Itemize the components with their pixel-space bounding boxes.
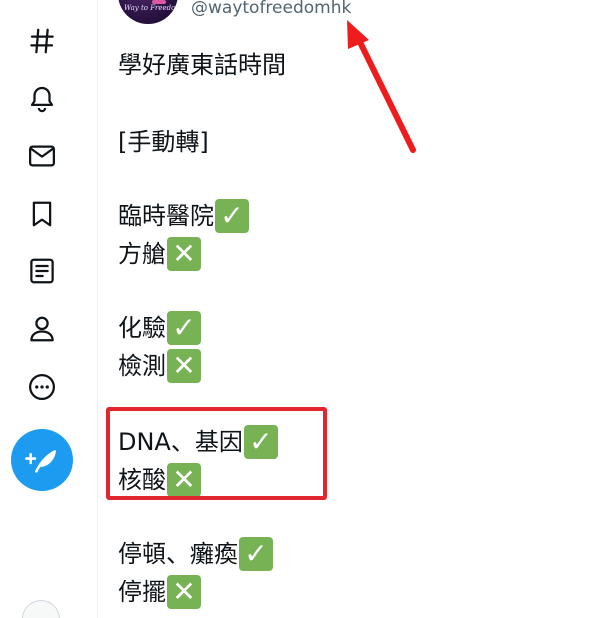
compose-tweet-button[interactable] — [11, 429, 73, 491]
sidebar-nav — [0, 0, 98, 618]
tweet-line-text: 檢測 — [118, 352, 166, 380]
avatar-logo-mark — [152, 0, 166, 4]
bell-icon — [30, 86, 54, 113]
tweet-line-text: 方艙 — [118, 240, 166, 268]
tweet-content: Way to Freedom @waytofreedomhk 學好廣東話時間 [… — [98, 0, 612, 618]
author-handle[interactable]: @waytofreedomhk — [191, 0, 351, 18]
author-avatar[interactable]: Way to Freedom — [118, 0, 178, 24]
account-avatar[interactable] — [22, 600, 60, 618]
tweet-line: 停擺 ✕ — [118, 575, 201, 609]
tweet-line: 方艙 ✕ — [118, 237, 201, 271]
tweet-line: 檢測 ✕ — [118, 349, 201, 383]
tweet-line: 停頓、癱瘓 ✓ — [118, 537, 273, 571]
avatar-logo-text: Way to Freedom — [124, 4, 178, 12]
tweet-line: 化驗 ✓ — [118, 311, 201, 345]
tweet-line-text: 學好廣東話時間 — [118, 51, 286, 79]
screenshot-frame: Way to Freedom @waytofreedomhk 學好廣東話時間 [… — [0, 0, 612, 618]
person-icon — [30, 316, 54, 342]
bookmark-icon — [32, 201, 52, 227]
tweet-line-text: 停擺 — [118, 578, 166, 606]
nav-explore[interactable] — [22, 21, 62, 61]
feather-plus-icon — [25, 450, 57, 473]
list-icon — [30, 258, 54, 284]
nav-bookmarks[interactable] — [22, 194, 62, 234]
hashtag-icon — [30, 28, 54, 54]
nav-profile[interactable] — [22, 309, 62, 349]
cross-mark-icon: ✕ — [167, 349, 201, 383]
tweet-line: [手動轉] — [118, 127, 209, 157]
mail-icon — [29, 145, 55, 167]
red-highlight-box — [106, 407, 327, 500]
tweet-line: 學好廣東話時間 — [118, 50, 286, 80]
cross-mark-icon: ✕ — [167, 237, 201, 271]
nav-lists[interactable] — [22, 251, 62, 291]
check-mark-icon: ✓ — [215, 199, 249, 233]
nav-messages[interactable] — [22, 136, 62, 176]
check-mark-icon: ✓ — [167, 311, 201, 345]
check-mark-icon: ✓ — [239, 537, 273, 571]
nav-notifications[interactable] — [22, 78, 62, 118]
nav-more[interactable] — [22, 367, 62, 407]
tweet-line-text: [手動轉] — [118, 128, 209, 156]
tweet-line: 臨時醫院 ✓ — [118, 199, 249, 233]
tweet-line-text: 化驗 — [118, 314, 166, 342]
tweet-line-text: 臨時醫院 — [118, 202, 214, 230]
cross-mark-icon: ✕ — [167, 575, 201, 609]
tweet-line-text: 停頓、癱瘓 — [118, 540, 238, 568]
more-icon — [29, 374, 55, 400]
